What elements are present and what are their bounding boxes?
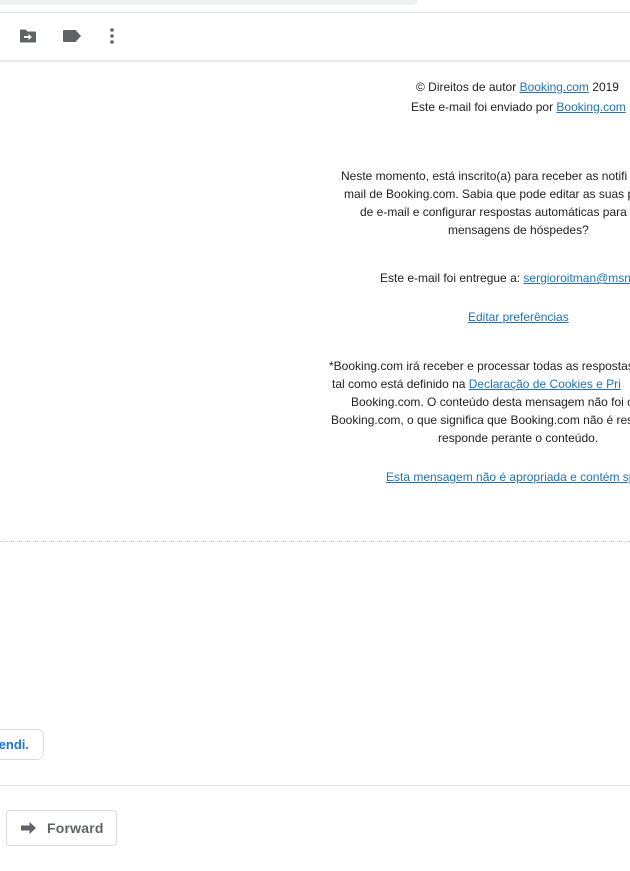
delivered-to-text: Este e-mail foi entregue a: [380, 271, 524, 285]
copyright-text: © Direitos de autor [416, 80, 520, 94]
subscribed-text-line-4: mensagens de hóspedes? [448, 223, 589, 237]
label-button[interactable] [60, 24, 84, 48]
header-divider [0, 12, 630, 13]
search-bar-edge [0, 0, 418, 5]
disclaimer-line-2: tal como está definido na Declaração de … [332, 375, 621, 393]
delivered-email-link[interactable]: sergioroitman@msn [523, 271, 630, 285]
edit-preferences-line: Editar preferências [468, 308, 569, 326]
disclaimer-line-1: *Booking.com irá receber e processar tod… [329, 359, 630, 373]
smart-reply-chip[interactable]: endi. [0, 729, 44, 760]
subscribed-text-line-3: de e-mail e configurar respostas automát… [360, 205, 627, 219]
forward-icon [21, 821, 37, 835]
subscribed-text-line-1: Neste momento, está inscrito(a) para rec… [341, 169, 628, 183]
report-line: Esta mensagem não é apropriada e contém … [386, 468, 630, 486]
report-spam-link[interactable]: Esta mensagem não é apropriada e contém … [386, 470, 630, 484]
copyright-booking-link[interactable]: Booking.com [520, 80, 589, 94]
subscribed-text-line-2: mail de Booking.com. Sabia que pode edit… [344, 187, 630, 201]
forward-label: Forward [47, 820, 104, 836]
delivered-to-line: Este e-mail foi entregue a: sergioroitma… [380, 269, 630, 287]
sent-by-text: Este e-mail foi enviado por [411, 100, 557, 114]
reply-area-divider [0, 785, 630, 786]
sent-by-booking-link[interactable]: Booking.com [556, 100, 625, 114]
smart-reply-label: endi. [0, 737, 29, 752]
copyright-line: © Direitos de autor Booking.com 2019 [416, 78, 619, 96]
label-icon [63, 30, 81, 42]
message-toolbar [0, 14, 630, 60]
disclaimer-line-3: Booking.com. O conteúdo desta mensagem n… [351, 395, 630, 409]
move-to-button[interactable] [16, 24, 40, 48]
disclaimer-line-5: responde perante o conteúdo. [438, 431, 599, 445]
sent-by-line: Este e-mail foi enviado por Booking.com [411, 98, 626, 116]
message-end-divider [0, 541, 630, 542]
disclaimer-line-4: Booking.com, o que significa que Booking… [331, 413, 630, 427]
disclaimer-line-2-text: tal como está definido na [332, 377, 469, 391]
copyright-year: 2019 [588, 80, 619, 94]
email-body: © Direitos de autor Booking.com 2019 Est… [0, 63, 630, 543]
more-vertical-icon [110, 28, 114, 44]
more-options-button[interactable] [100, 24, 124, 48]
cookie-policy-link[interactable]: Declaração de Cookies e Pri [469, 377, 621, 391]
move-to-icon [20, 29, 36, 43]
forward-button[interactable]: Forward [6, 810, 117, 846]
edit-preferences-link[interactable]: Editar preferências [468, 310, 569, 324]
